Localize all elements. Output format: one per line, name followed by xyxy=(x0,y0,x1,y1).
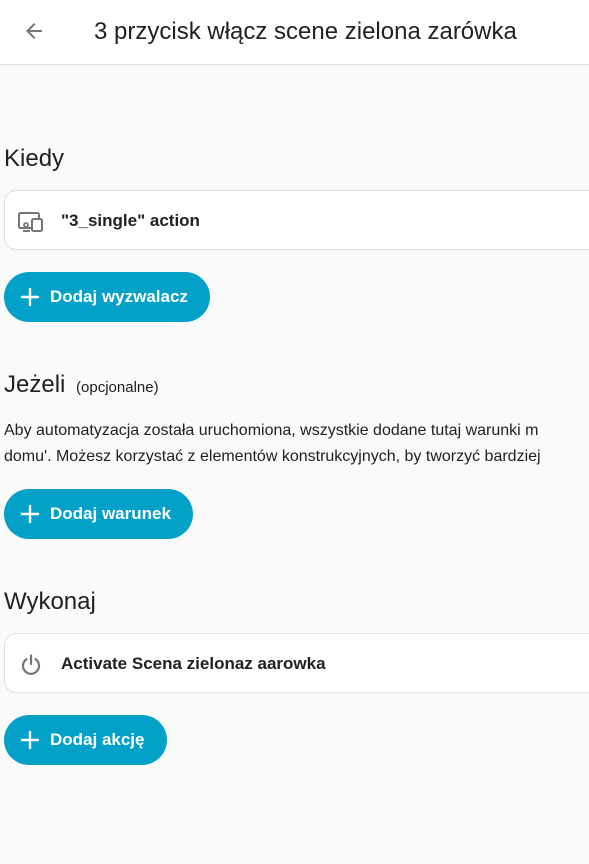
conditions-heading: Jeżeli (opcjonalne) xyxy=(4,370,159,403)
conditions-description-line-1: Aby automatyzacja została uruchomiona, w… xyxy=(4,422,539,439)
actions-heading: Wykonaj xyxy=(4,588,96,615)
conditions-title: Jeżeli xyxy=(4,371,66,398)
action-label: Activate Scena zielonaz aarowka xyxy=(61,654,326,673)
plus-icon xyxy=(20,730,40,750)
conditions-description-line-2: domu'. Możesz korzystać z elementów kons… xyxy=(4,448,541,465)
add-trigger-button[interactable]: Dodaj wyzwalacz xyxy=(4,272,210,322)
plus-icon xyxy=(20,287,40,307)
top-app-bar: 3 przycisk włącz scene zielona zarówka xyxy=(0,0,589,65)
add-action-label: Dodaj akcję xyxy=(50,730,145,749)
page-title: 3 przycisk włącz scene zielona zarówka xyxy=(94,18,517,45)
trigger-label: "3_single" action xyxy=(61,211,200,230)
arrow-left-icon xyxy=(26,23,42,39)
back-button[interactable] xyxy=(16,13,52,49)
trigger-card[interactable]: "3_single" action xyxy=(4,190,589,250)
optional-note: (opcjonalne) xyxy=(76,379,159,396)
add-action-button[interactable]: Dodaj akcję xyxy=(4,715,167,765)
action-card[interactable]: Activate Scena zielonaz aarowka xyxy=(4,633,589,693)
power-icon xyxy=(17,651,45,679)
add-trigger-label: Dodaj wyzwalacz xyxy=(50,287,188,306)
plus-icon xyxy=(20,504,40,524)
device-icon xyxy=(17,208,45,236)
triggers-heading: Kiedy xyxy=(4,145,65,172)
add-condition-button[interactable]: Dodaj warunek xyxy=(4,489,193,539)
add-condition-label: Dodaj warunek xyxy=(50,504,171,523)
